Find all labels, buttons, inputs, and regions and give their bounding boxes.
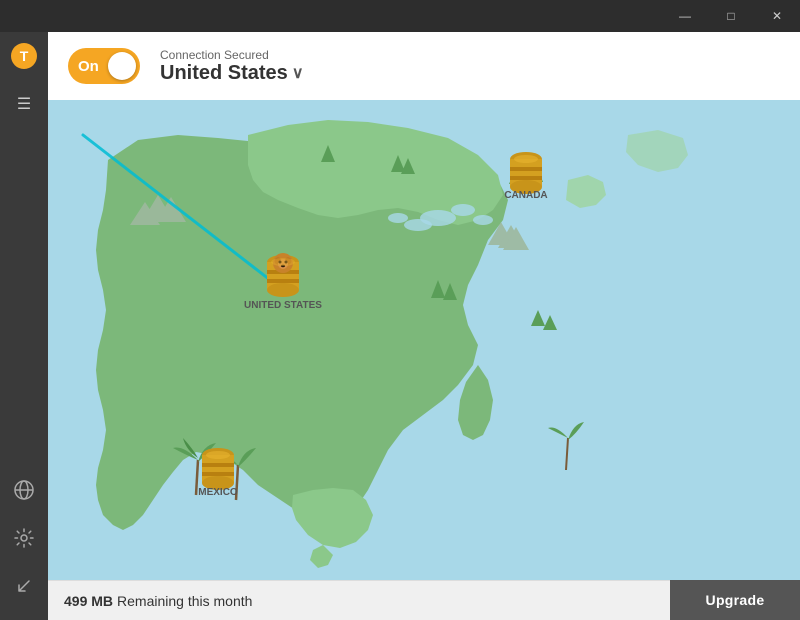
us-server — [267, 253, 299, 297]
remaining-mb: 499 MB — [64, 593, 113, 609]
hamburger-icon: ☰ — [17, 94, 31, 114]
gear-icon — [14, 528, 34, 553]
sidebar: T ☰ — [0, 32, 48, 620]
canada-server — [510, 152, 542, 194]
app-logo: T — [0, 32, 48, 80]
toggle-label: On — [78, 58, 99, 75]
toggle-knob — [108, 52, 136, 80]
globe-button[interactable] — [0, 468, 48, 516]
close-button[interactable]: ✕ — [754, 0, 800, 32]
bottom-bar: 499 MB Remaining this month Upgrade — [48, 580, 800, 620]
maximize-button[interactable]: □ — [708, 0, 754, 32]
chevron-down-icon: ∨ — [292, 63, 304, 83]
map-area: CANADA UNITED STATES — [48, 100, 800, 580]
globe-icon — [13, 479, 35, 506]
remaining-label: Remaining this month — [117, 593, 252, 609]
data-remaining: 499 MB Remaining this month — [48, 580, 670, 620]
connection-info: Connection Secured United States ∨ — [160, 48, 304, 85]
collapse-button[interactable] — [0, 564, 48, 612]
settings-button[interactable] — [0, 516, 48, 564]
mexico-label: MEXICO — [198, 487, 238, 498]
svg-text:T: T — [20, 48, 29, 64]
upgrade-button[interactable]: Upgrade — [670, 580, 800, 620]
mexico-server — [202, 448, 234, 490]
location-name: United States — [160, 62, 288, 85]
minimize-button[interactable]: — — [662, 0, 708, 32]
us-label: UNITED STATES — [244, 300, 322, 311]
title-bar: — □ ✕ — [0, 0, 800, 32]
header: On Connection Secured United States ∨ — [48, 32, 800, 100]
window-controls: — □ ✕ — [662, 0, 800, 32]
vpn-toggle-container: On — [68, 48, 140, 84]
connection-status: Connection Secured — [160, 48, 304, 62]
menu-button[interactable]: ☰ — [0, 80, 48, 128]
arrow-icon — [15, 577, 33, 600]
connection-location[interactable]: United States ∨ — [160, 62, 304, 85]
vpn-toggle[interactable]: On — [68, 48, 140, 84]
canada-label: CANADA — [504, 190, 547, 201]
